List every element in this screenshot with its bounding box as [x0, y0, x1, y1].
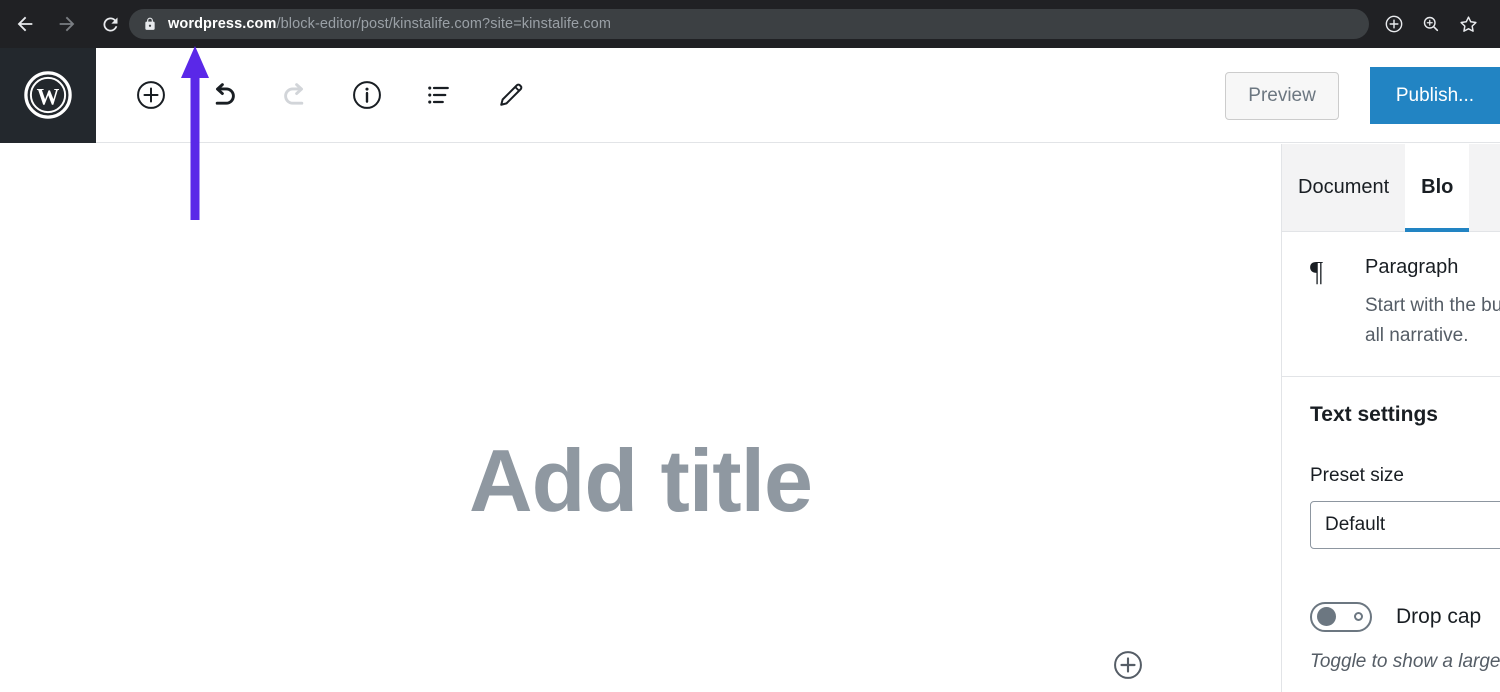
- wordpress-logo-button[interactable]: W: [0, 47, 96, 143]
- circle-plus-icon: [1114, 651, 1142, 679]
- preview-button[interactable]: Preview: [1225, 71, 1339, 120]
- drop-cap-help-text: Toggle to show a large initial letter.: [1310, 650, 1500, 672]
- block-navigation-button[interactable]: [422, 78, 456, 112]
- svg-text:W: W: [37, 85, 60, 110]
- bookmark-button[interactable]: [1456, 12, 1480, 36]
- content-info-button[interactable]: [350, 78, 384, 112]
- text-settings-heading: Text settings: [1310, 402, 1438, 426]
- browser-window: wordpress.com/block-editor/post/kinstali…: [0, 0, 1500, 692]
- lock-icon: [145, 17, 155, 30]
- pencil-icon: [500, 83, 523, 106]
- toggle-off-dot: [1354, 612, 1363, 622]
- add-block-button[interactable]: [134, 78, 168, 112]
- editor-canvas[interactable]: Add title: [0, 144, 1281, 692]
- tab-block[interactable]: Blo: [1405, 144, 1470, 232]
- wordpress-logo-icon: W: [24, 71, 72, 119]
- block-type-description: Start with the building block of all nar…: [1365, 295, 1500, 347]
- publish-button[interactable]: Publish...: [1369, 67, 1500, 124]
- text-settings-panel: Text settings Preset size Default Drop c…: [1282, 377, 1500, 673]
- toggle-knob: [1317, 607, 1336, 627]
- header-actions: Preview Publish...: [1225, 48, 1500, 143]
- arrow-left-icon: [17, 16, 33, 32]
- info-circle-icon: [353, 81, 381, 109]
- drop-cap-toggle[interactable]: [1310, 601, 1372, 632]
- editor-header: W Preview Publish...: [0, 47, 1500, 143]
- address-bar[interactable]: wordpress.com/block-editor/post/kinstali…: [129, 9, 1369, 39]
- undo-icon: [215, 82, 235, 105]
- block-info-text: Paragraph Start with the building block …: [1350, 256, 1500, 352]
- block-inserter-button[interactable]: [1112, 649, 1144, 681]
- preset-size-select[interactable]: Default: [1310, 500, 1500, 549]
- star-icon: [1459, 15, 1477, 32]
- omnibox-actions: [1382, 0, 1492, 48]
- install-app-button[interactable]: [1382, 12, 1406, 36]
- circle-plus-icon: [1385, 15, 1403, 33]
- redo-button[interactable]: [278, 78, 312, 112]
- zoom-button[interactable]: [1419, 12, 1443, 36]
- editor-toolbar: [96, 48, 528, 143]
- block-info-card: ¶ Paragraph Start with the building bloc…: [1282, 232, 1500, 377]
- list-view-icon: [428, 86, 449, 104]
- tab-document[interactable]: Document: [1282, 144, 1405, 231]
- preset-size-label: Preset size: [1310, 464, 1404, 486]
- drop-cap-row: Drop cap: [1310, 601, 1500, 632]
- undo-button[interactable]: [206, 78, 240, 112]
- drop-cap-label: Drop cap: [1396, 604, 1482, 628]
- sidebar-tabs: Document Blo: [1282, 144, 1500, 232]
- settings-sidebar: Document Blo ¶ Paragraph Start with the …: [1281, 144, 1500, 692]
- redo-icon: [283, 82, 303, 105]
- magnifier-plus-icon: [1423, 16, 1439, 32]
- reload-button[interactable]: [95, 9, 125, 39]
- url-path: /block-editor/post/kinstalife.com?site=k…: [276, 16, 611, 32]
- arrow-right-icon: [59, 16, 75, 32]
- post-title-placeholder[interactable]: Add title: [0, 437, 1281, 525]
- forward-button[interactable]: [52, 9, 82, 39]
- circle-plus-icon: [137, 81, 165, 109]
- reload-icon: [102, 16, 117, 31]
- paragraph-pilcrow-icon: ¶: [1310, 256, 1324, 288]
- url-domain: wordpress.com: [168, 16, 277, 32]
- back-button[interactable]: [10, 9, 40, 39]
- address-bar-text: wordpress.com/block-editor/post/kinstali…: [168, 16, 611, 32]
- edit-mode-button[interactable]: [494, 78, 528, 112]
- block-type-title: Paragraph: [1365, 256, 1459, 278]
- browser-toolbar: wordpress.com/block-editor/post/kinstali…: [0, 0, 1500, 48]
